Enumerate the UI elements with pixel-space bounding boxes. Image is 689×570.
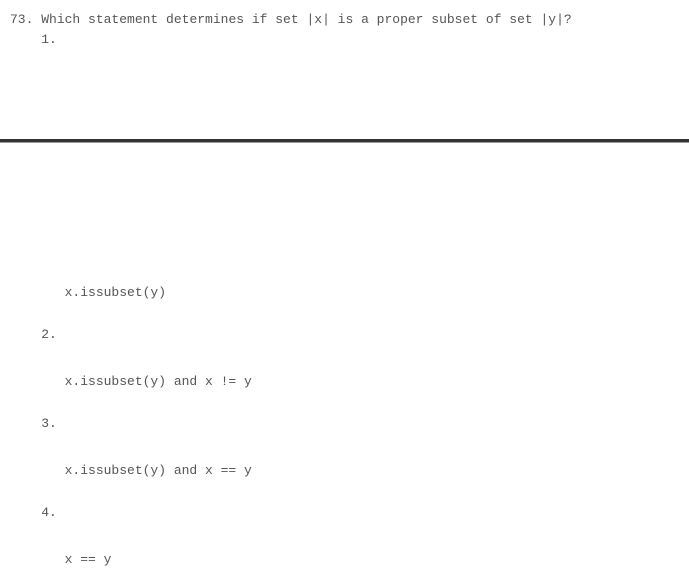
option-number-1-label: 1. [41,32,57,47]
option-number-2: 2. [10,325,689,345]
question-number: 73. [10,12,33,27]
options-block: x.issubset(y) 2. x.issubset(y) and x != … [0,143,689,570]
option-code-3-text: x.issubset(y) and x == y [65,463,252,478]
option-code-4-text: x == y [65,552,112,567]
question-block: 73. Which statement determines if set |x… [0,0,689,49]
page-container: 73. Which statement determines if set |x… [0,0,689,570]
option-code-1: x.issubset(y) [10,283,689,303]
question-prompt: Which statement determines if set |x| is… [41,12,572,27]
option-code-2: x.issubset(y) and x != y [10,372,689,392]
option-code-2-text: x.issubset(y) and x != y [65,374,252,389]
option-number-4-label: 4. [41,505,57,520]
option-number-3: 3. [10,414,689,434]
option-number-4: 4. [10,503,689,523]
question-text: 73. Which statement determines if set |x… [10,10,679,30]
option-code-4: x == y [10,550,689,570]
option-number-2-label: 2. [41,327,57,342]
option-number-1: 1. [10,30,679,50]
option-number-3-label: 3. [41,416,57,431]
option-code-1-text: x.issubset(y) [65,285,166,300]
option-code-3: x.issubset(y) and x == y [10,461,689,481]
spacer [0,49,689,139]
